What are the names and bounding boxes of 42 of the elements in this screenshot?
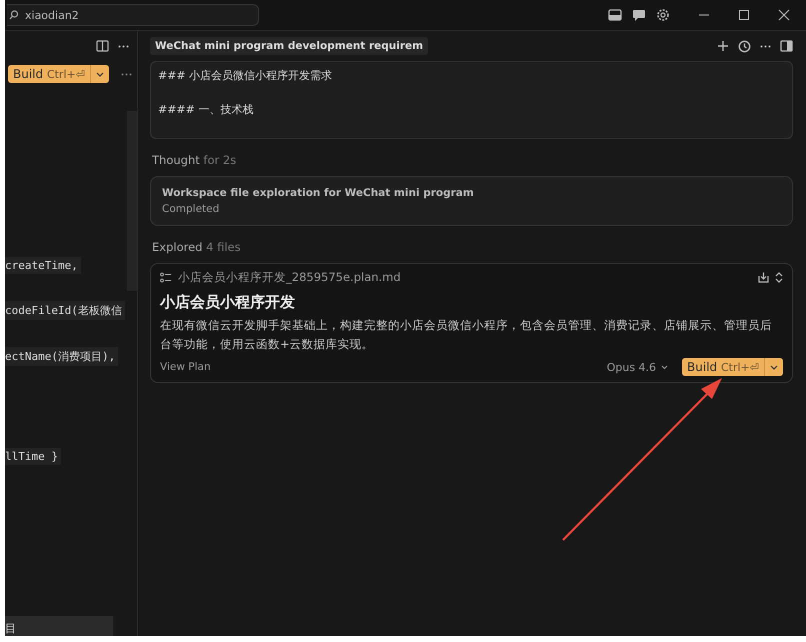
sidebar-toggle-icon[interactable] <box>780 40 793 52</box>
message-line: #### 一、技术栈 <box>158 102 254 117</box>
task-title: Workspace file exploration for WeChat mini program <box>162 187 475 199</box>
search-value: xiaodian2 <box>25 8 79 22</box>
expand-icon[interactable] <box>775 272 783 283</box>
thought-label: Thought <box>152 153 200 167</box>
chat-tab[interactable]: WeChat mini program development requirem <box>150 37 428 55</box>
search-field[interactable]: xiaodian2 <box>7 4 259 26</box>
task-status: Completed <box>162 203 220 215</box>
settings-icon[interactable] <box>656 8 670 22</box>
panel-toggle-icon[interactable] <box>608 9 622 21</box>
more-icon[interactable] <box>120 72 132 76</box>
caret-icon <box>770 364 778 370</box>
message-box[interactable]: ### 小店会员微信小程序开发需求 #### 一、技术栈 <box>150 61 793 139</box>
plan-file-name: 小店会员小程序开发_2859575e.plan.md <box>178 270 401 285</box>
explored-count: 4 files <box>206 240 241 254</box>
plan-description: 在现有微信云开发脚手架基础上，构建完整的小店会员微信小程序，包含会员管理、消费记录、店铺展示、管理员后台等功能，使用云函数+云数据库实现。 <box>160 317 773 353</box>
caret-icon <box>661 364 668 370</box>
plus-icon[interactable] <box>717 40 729 52</box>
caret-icon <box>96 72 104 76</box>
close-icon[interactable] <box>778 9 790 21</box>
plan-title: 小店会员小程序开发 <box>160 293 296 312</box>
more-icon[interactable] <box>760 44 771 48</box>
bottom-tab[interactable]: 目 <box>5 616 113 636</box>
build-dropdown[interactable] <box>764 358 783 376</box>
build-button[interactable]: Build Ctrl+⏎ <box>682 358 764 376</box>
build-button[interactable]: Build Ctrl+⏎ <box>8 65 90 83</box>
more-icon[interactable] <box>118 44 129 48</box>
maximize-icon[interactable] <box>738 9 750 21</box>
split-view-icon[interactable] <box>96 40 109 52</box>
list-icon <box>160 272 172 283</box>
model-selector[interactable]: Opus 4.6 <box>606 360 668 374</box>
explored-label: Explored <box>152 240 202 254</box>
build-dropdown[interactable] <box>90 65 109 83</box>
download-icon[interactable] <box>758 272 769 283</box>
message-line: ### 小店会员微信小程序开发需求 <box>158 68 334 83</box>
history-icon[interactable] <box>738 40 751 52</box>
task-card[interactable]: Workspace file exploration for WeChat mini program Completed <box>150 176 793 226</box>
chat-bubble-icon[interactable] <box>632 8 646 22</box>
search-icon <box>9 10 19 20</box>
thought-duration: for 2s <box>203 153 236 167</box>
view-plan-link[interactable]: View Plan <box>160 361 211 373</box>
